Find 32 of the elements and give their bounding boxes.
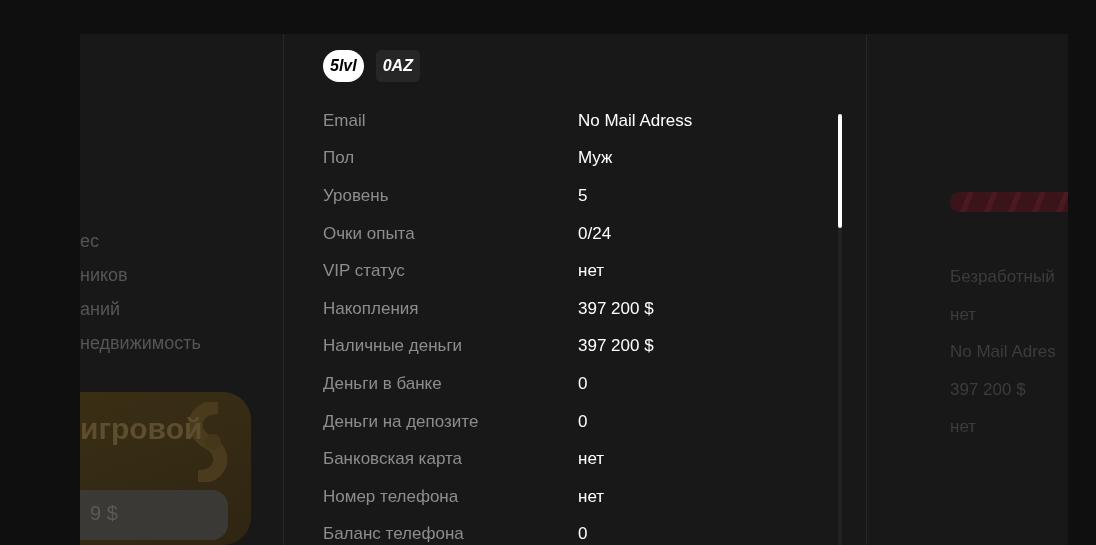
field-value: нет: [578, 261, 605, 282]
field-value: 0/24: [578, 223, 612, 244]
field-value: 0: [578, 373, 588, 394]
field-label: Пол: [323, 148, 355, 169]
menu-item[interactable]: аний: [80, 299, 121, 319]
menu-item[interactable]: ес: [80, 231, 99, 251]
field-label: Очки опыта: [323, 223, 415, 244]
field-value: No Mail Adress: [578, 110, 693, 131]
field-value: нет: [578, 486, 605, 507]
field-label: Деньги в банке: [323, 373, 442, 394]
field-value: 397 200 $: [578, 336, 654, 357]
field-value: нет: [578, 449, 605, 470]
field-label: Накопления: [323, 298, 419, 319]
field-value: 0: [578, 524, 588, 545]
field-label: Номер телефона: [323, 486, 459, 507]
field-value: 0: [578, 411, 588, 432]
field-label: VIP статус: [323, 261, 405, 282]
menu-item[interactable]: недвижимость: [80, 333, 201, 353]
scrollbar[interactable]: [838, 114, 842, 545]
field-label: Email: [323, 110, 366, 131]
field-label: Наличные деньги: [323, 336, 463, 357]
field-value: 5: [578, 186, 588, 206]
field-label: Уровень: [323, 186, 389, 206]
field-label: Баланс телефона: [323, 524, 464, 545]
menu-item[interactable]: ников: [80, 265, 128, 285]
field-value: 397 200 $: [578, 298, 654, 319]
scroll-thumb[interactable]: [838, 114, 842, 228]
field-label: Деньги на депозите: [323, 411, 479, 432]
field-value: Муж: [578, 148, 613, 169]
level-badge: 5lvl: [323, 50, 364, 82]
currency-badge: 0AZ: [375, 50, 420, 82]
field-label: Банковская карта: [323, 449, 462, 470]
